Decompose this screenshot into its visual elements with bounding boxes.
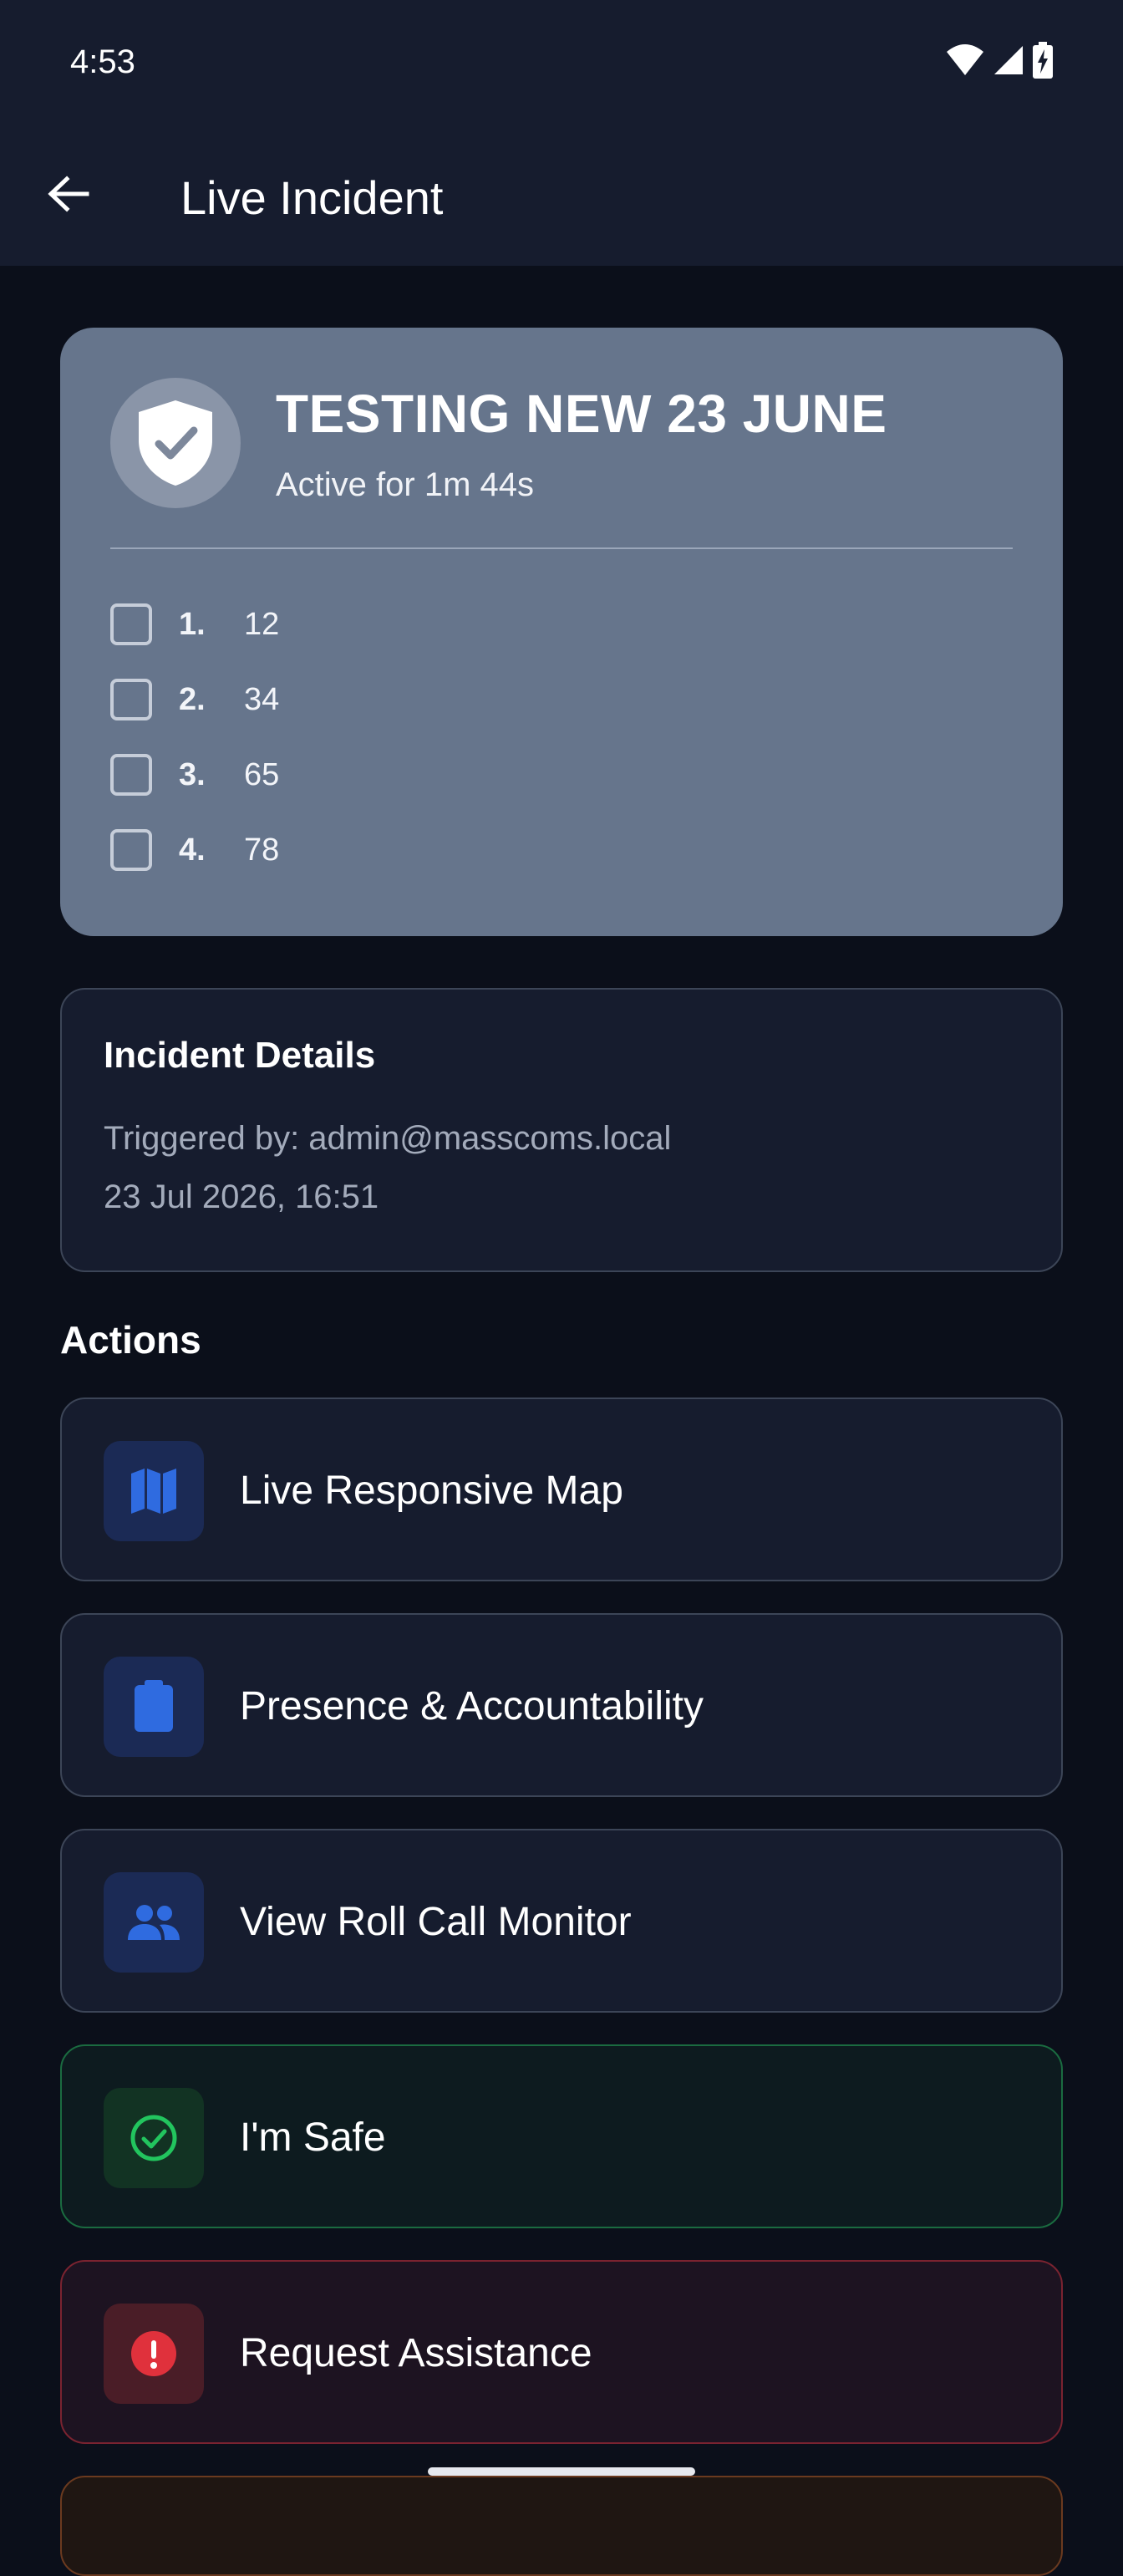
incident-details-card: Incident Details Triggered by: admin@mas… bbox=[60, 988, 1063, 1272]
checklist-item-number: 4. bbox=[179, 832, 206, 868]
divider bbox=[110, 547, 1013, 549]
back-button[interactable] bbox=[37, 164, 100, 227]
details-title: Incident Details bbox=[104, 1035, 376, 1076]
checklist-item-text: 12 bbox=[244, 606, 280, 642]
checkbox[interactable] bbox=[110, 754, 152, 796]
arrow-left-icon bbox=[47, 175, 90, 216]
checklist-item[interactable]: 3. 65 bbox=[110, 737, 1013, 812]
action-label: I'm Safe bbox=[240, 2115, 386, 2160]
roll-call-monitor-button[interactable]: View Roll Call Monitor bbox=[60, 1829, 1063, 2013]
incident-title: TESTING NEW 23 JUNE bbox=[276, 384, 887, 444]
action-label: Request Assistance bbox=[240, 2331, 592, 2375]
cellular-signal-icon bbox=[993, 44, 1024, 76]
checklist-item[interactable]: 4. 78 bbox=[110, 812, 1013, 888]
action-label: Live Responsive Map bbox=[240, 1469, 623, 1513]
checklist-item-number: 1. bbox=[179, 606, 206, 642]
checkbox[interactable] bbox=[110, 603, 152, 645]
map-icon bbox=[104, 1441, 204, 1541]
checklist-item[interactable]: 1. 12 bbox=[110, 587, 1013, 662]
action-label: View Roll Call Monitor bbox=[240, 1900, 632, 1944]
checklist-item-number: 3. bbox=[179, 756, 206, 792]
checkbox[interactable] bbox=[110, 679, 152, 720]
checklist-item[interactable]: 2. 34 bbox=[110, 662, 1013, 737]
page-title: Live Incident bbox=[180, 171, 444, 224]
actions-heading: Actions bbox=[60, 1318, 201, 1362]
status-icons bbox=[946, 42, 1053, 79]
action-label: Presence & Accountability bbox=[240, 1684, 704, 1728]
home-indicator[interactable] bbox=[428, 2467, 695, 2476]
presence-accountability-button[interactable]: Presence & Accountability bbox=[60, 1613, 1063, 1797]
incident-timestamp: 23 Jul 2026, 16:51 bbox=[104, 1179, 379, 1215]
incident-active-duration: Active for 1m 44s bbox=[276, 466, 535, 503]
wifi-icon bbox=[946, 43, 984, 77]
incident-checklist: 1. 12 2. 34 3. 65 4. 78 bbox=[110, 587, 1013, 888]
checklist-item-text: 34 bbox=[244, 681, 280, 717]
app-bar: Live Incident bbox=[0, 125, 1123, 266]
battery-charging-icon bbox=[1033, 42, 1053, 79]
status-bar: 4:53 bbox=[0, 0, 1123, 125]
check-circle-icon bbox=[104, 2088, 204, 2188]
triggered-by-text: Triggered by: admin@masscoms.local bbox=[104, 1120, 672, 1157]
clipboard-icon bbox=[104, 1657, 204, 1757]
checkbox[interactable] bbox=[110, 829, 152, 871]
im-safe-button[interactable]: I'm Safe bbox=[60, 2044, 1063, 2228]
checklist-item-text: 78 bbox=[244, 832, 280, 868]
checklist-item-text: 65 bbox=[244, 756, 280, 792]
alert-circle-icon bbox=[104, 2304, 204, 2404]
request-assistance-button[interactable]: Request Assistance bbox=[60, 2260, 1063, 2444]
people-icon bbox=[104, 1872, 204, 1973]
status-time: 4:53 bbox=[70, 43, 135, 80]
checklist-item-number: 2. bbox=[179, 681, 206, 717]
action-button-partial[interactable] bbox=[60, 2476, 1063, 2576]
shield-check-icon bbox=[110, 378, 241, 508]
live-map-button[interactable]: Live Responsive Map bbox=[60, 1397, 1063, 1581]
incident-card: TESTING NEW 23 JUNE Active for 1m 44s 1.… bbox=[60, 328, 1063, 936]
